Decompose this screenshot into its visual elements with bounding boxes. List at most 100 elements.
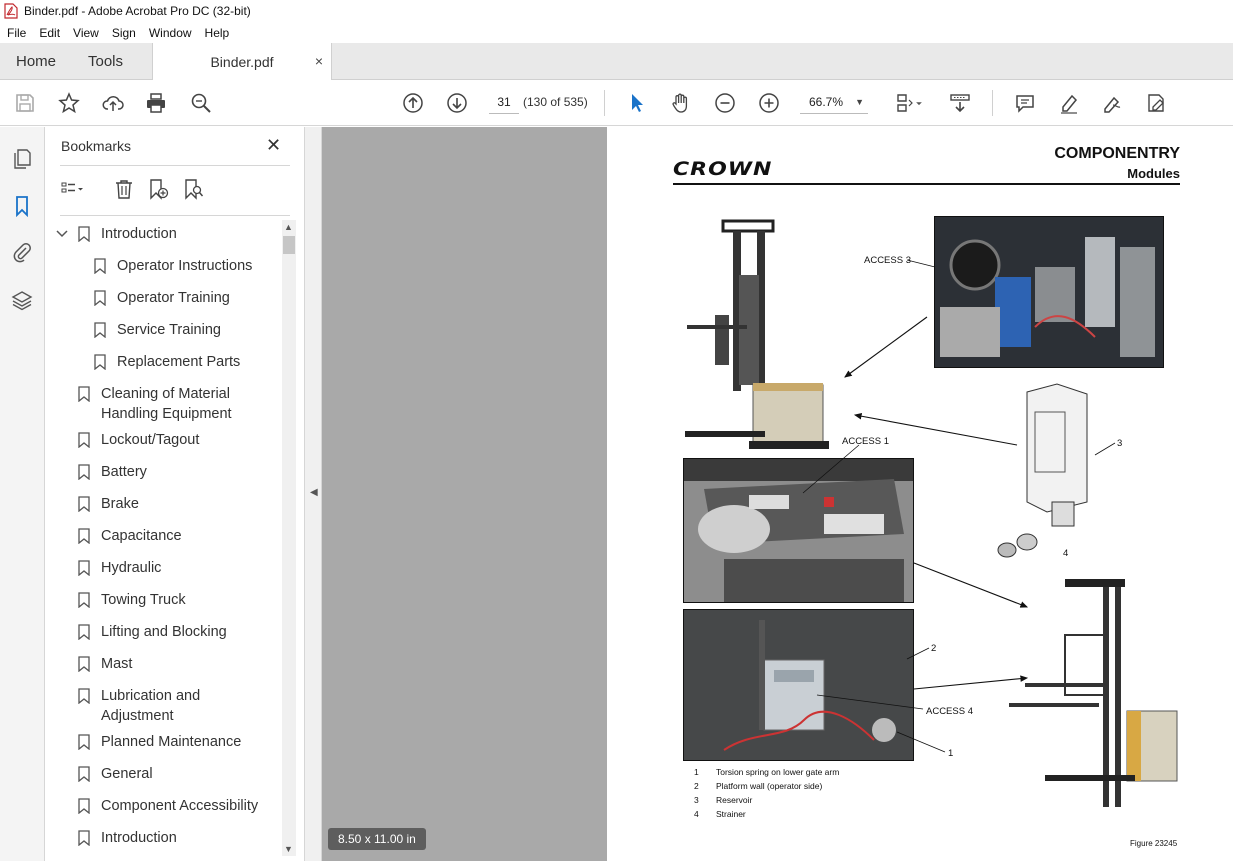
find-bookmark-icon[interactable]	[181, 177, 205, 201]
tab-bar: Home Tools Binder.pdf ×	[0, 43, 1233, 80]
comment-icon[interactable]	[1012, 90, 1038, 116]
page-thumbnails-icon[interactable]	[10, 147, 34, 171]
divider	[60, 165, 290, 166]
zoom-in-icon[interactable]	[756, 90, 782, 116]
menu-sign[interactable]: Sign	[105, 26, 142, 40]
menu-file[interactable]: File	[0, 26, 32, 40]
star-icon[interactable]	[56, 90, 82, 116]
scroll-up-icon[interactable]: ▲	[284, 222, 293, 232]
bookmark-icon	[78, 798, 90, 820]
page-count: (130 of 535)	[523, 95, 588, 109]
divider	[60, 215, 290, 216]
bookmark-label: Mast	[101, 656, 133, 672]
find-zoom-icon[interactable]	[188, 90, 214, 116]
collapse-panel-icon[interactable]: ◀	[310, 487, 318, 498]
pdf-page[interactable]: CROWN COMPONENTRY Modules ACCESS 3 3 4 A…	[607, 127, 1233, 861]
bookmark-icon	[78, 464, 90, 486]
bookmarks-icon[interactable]	[10, 194, 34, 218]
bookmarks-scrollbar[interactable]: ▲ ▼	[282, 220, 296, 856]
bookmark-icon	[78, 592, 90, 614]
layers-icon[interactable]	[10, 288, 34, 312]
bookmark-icon	[94, 290, 106, 312]
bookmark-icon	[78, 528, 90, 550]
legend-text: Torsion spring on lower gate arm	[716, 767, 840, 777]
tab-close-icon[interactable]: ×	[315, 53, 323, 69]
legend-text: Reservoir	[716, 795, 753, 805]
bookmarks-panel: Bookmarks ✕ Introduction Operator Instru…	[46, 127, 304, 861]
bookmark-label: Operator Instructions	[117, 258, 253, 274]
tab-document-label: Binder.pdf	[210, 53, 274, 70]
bookmark-icon	[78, 496, 90, 518]
zoom-level-select[interactable]: 66.7% ▼	[800, 90, 868, 114]
new-bookmark-icon[interactable]	[146, 177, 170, 201]
toolbar-separator	[604, 90, 605, 116]
scroll-mode-icon[interactable]	[947, 90, 973, 116]
bookmark-label: Operator Training	[117, 290, 230, 306]
close-panel-icon[interactable]: ✕	[266, 135, 281, 156]
attachments-icon[interactable]	[10, 240, 34, 264]
upload-cloud-icon[interactable]	[100, 90, 126, 116]
bookmark-label: Capacitance	[101, 528, 182, 544]
save-icon[interactable]	[12, 90, 38, 116]
select-cursor-icon[interactable]	[624, 90, 650, 116]
bookmark-icon	[94, 354, 106, 376]
page-number-input[interactable]: 31	[489, 90, 519, 114]
window-title: Binder.pdf - Adobe Acrobat Pro DC (32-bi…	[24, 4, 251, 18]
legend-number: 4	[694, 809, 699, 819]
bookmark-icon	[78, 688, 90, 710]
sign-pen-icon[interactable]	[1099, 90, 1125, 116]
menu-edit[interactable]: Edit	[32, 26, 66, 40]
callout-arrows	[802, 259, 1116, 753]
menu-window[interactable]: Window	[142, 26, 198, 40]
bookmarks-title: Bookmarks	[61, 138, 132, 154]
acrobat-app-icon	[4, 3, 18, 19]
bookmark-icon	[78, 766, 90, 788]
tab-tools[interactable]: Tools	[88, 43, 123, 80]
tab-document[interactable]: Binder.pdf ×	[152, 43, 332, 80]
legend-number: 3	[694, 795, 699, 805]
hand-tool-icon[interactable]	[668, 90, 694, 116]
zoom-value: 66.7%	[809, 95, 844, 109]
bookmark-label: Component Accessibility	[101, 798, 259, 814]
tab-home[interactable]: Home	[16, 43, 56, 80]
menu-help[interactable]: Help	[198, 26, 236, 40]
fill-sign-icon[interactable]	[1143, 90, 1169, 116]
legend-text: Platform wall (operator side)	[716, 781, 823, 791]
bookmark-icon	[78, 386, 90, 408]
print-icon[interactable]	[143, 90, 169, 116]
bookmark-label: Cleaning of Material Handling Equipment	[101, 386, 232, 422]
next-page-icon[interactable]	[444, 90, 470, 116]
bookmark-label: Lifting and Blocking	[101, 624, 227, 640]
bookmark-item-lubrication[interactable]: Lubrication and Adjustment	[46, 686, 282, 728]
delete-bookmark-icon[interactable]	[112, 177, 136, 201]
scroll-down-icon[interactable]: ▼	[284, 844, 293, 854]
legend-number: 1	[694, 767, 699, 777]
previous-page-icon[interactable]	[400, 90, 426, 116]
bookmark-icon	[78, 656, 90, 678]
scrollbar-thumb[interactable]	[283, 236, 295, 254]
toolbar-separator	[992, 90, 993, 116]
page-size-badge: 8.50 x 11.00 in	[328, 828, 426, 850]
bookmark-icon	[94, 322, 106, 344]
highlight-pen-icon[interactable]	[1056, 90, 1082, 116]
bookmark-label: Introduction	[101, 830, 177, 846]
zoom-caret-icon: ▼	[855, 97, 864, 107]
options-list-icon[interactable]	[60, 177, 84, 201]
bookmark-icon	[78, 734, 90, 756]
bookmark-label: Introduction	[101, 226, 177, 242]
bookmark-label: Lubrication and Adjustment	[101, 688, 201, 724]
bookmark-icon	[78, 226, 90, 248]
menu-view[interactable]: View	[66, 26, 105, 40]
chevron-down-icon[interactable]	[56, 224, 68, 251]
bookmark-icon	[78, 432, 90, 454]
toolbar	[0, 80, 1233, 126]
bookmark-item-cleaning[interactable]: Cleaning of Material Handling Equipment	[46, 384, 282, 426]
chevron-down-icon[interactable]	[912, 90, 926, 116]
title-bar: Binder.pdf - Adobe Acrobat Pro DC (32-bi…	[0, 0, 1233, 22]
panel-splitter[interactable]: ◀	[304, 127, 322, 861]
zoom-out-icon[interactable]	[712, 90, 738, 116]
bookmark-icon	[78, 830, 90, 852]
bookmark-icon	[78, 624, 90, 646]
bookmark-label: Lockout/Tagout	[101, 432, 200, 448]
bookmark-icon	[78, 560, 90, 582]
